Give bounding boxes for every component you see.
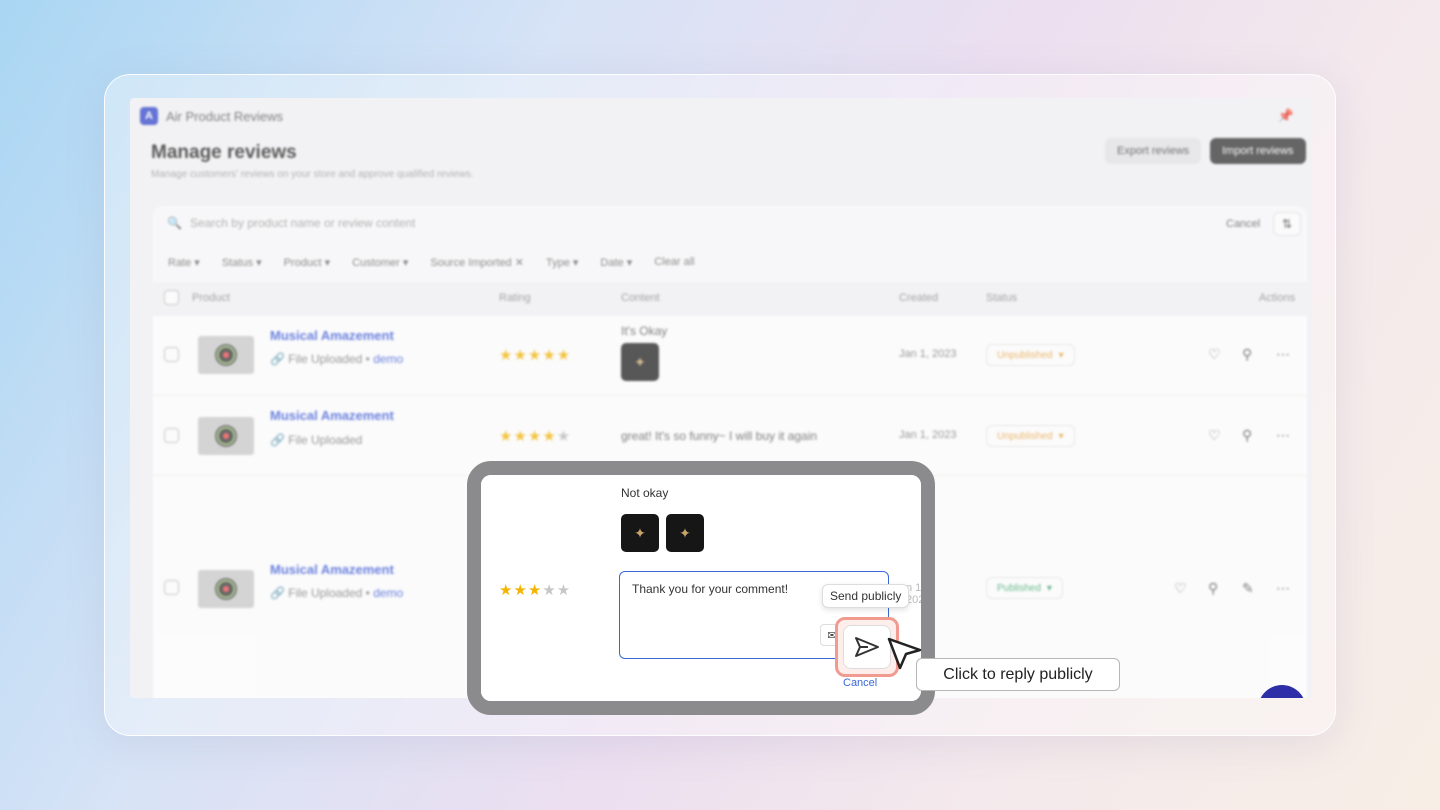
review-content: Not okay xyxy=(621,486,669,500)
search-bar[interactable]: 🔍 Search by product name or review conte… xyxy=(167,216,415,230)
select-all-checkbox[interactable] xyxy=(164,290,179,305)
row-checkbox[interactable] xyxy=(164,428,179,443)
status-dropdown[interactable]: Unpublished ▾ xyxy=(986,425,1075,447)
review-content: great! It's so funny~ I will buy it agai… xyxy=(621,429,818,443)
col-rating: Rating xyxy=(499,292,531,304)
review-image[interactable]: ✦ xyxy=(666,514,704,552)
filter-customer[interactable]: Customer ▾ xyxy=(352,256,408,269)
demo-tag[interactable]: demo xyxy=(373,586,403,600)
pin-icon[interactable]: 📌 xyxy=(1278,108,1294,124)
product-thumbnail xyxy=(198,417,254,455)
product-link[interactable]: Musical Amazement xyxy=(270,408,394,423)
review-image[interactable]: ✦ xyxy=(621,514,659,552)
heart-icon[interactable]: ♡ xyxy=(1208,427,1221,444)
rating-stars: ★★★★★ xyxy=(499,347,572,364)
rating-stars: ★★★★★ xyxy=(499,582,572,599)
created-date: Jan 1, 2023 xyxy=(899,429,957,441)
app-logo-icon: A xyxy=(140,107,158,125)
filter-product[interactable]: Product ▾ xyxy=(284,256,331,269)
demo-tag[interactable]: demo xyxy=(373,352,403,366)
reply-publicly-callout: Click to reply publicly xyxy=(916,658,1120,691)
heart-icon[interactable]: ♡ xyxy=(1174,580,1187,597)
review-content: It's Okay xyxy=(621,324,668,338)
created-date: n 1, 2023 xyxy=(906,582,931,606)
page-subtitle: Manage customers' reviews on your store … xyxy=(151,169,474,180)
send-icon xyxy=(843,625,891,669)
status-dropdown[interactable]: Unpublished ▾ xyxy=(986,344,1075,366)
sort-icon[interactable]: ⇅ xyxy=(1273,212,1301,236)
product-source: 🔗 File Uploaded xyxy=(270,433,363,447)
more-icon[interactable]: ⋯ xyxy=(1276,427,1290,444)
filter-bar: Rate ▾ Status ▾ Product ▾ Customer ▾ Sou… xyxy=(168,256,695,269)
row-checkbox[interactable] xyxy=(164,580,179,595)
filter-rate[interactable]: Rate ▾ xyxy=(168,256,200,269)
product-source: 🔗 File Uploaded • demo xyxy=(270,352,404,366)
created-date: Jan 1, 2023 xyxy=(899,348,957,360)
reply-cancel-link[interactable]: Cancel xyxy=(843,677,877,689)
page-title: Manage reviews xyxy=(151,142,297,163)
clear-all-link[interactable]: Clear all xyxy=(654,256,694,269)
filter-status[interactable]: Status ▾ xyxy=(222,256,262,269)
search-input[interactable]: Search by product name or review content xyxy=(190,216,415,230)
product-thumbnail xyxy=(198,336,254,374)
row-checkbox[interactable] xyxy=(164,347,179,362)
product-thumbnail xyxy=(198,570,254,608)
reply-text: Thank you for your comment! xyxy=(632,582,789,596)
product-link[interactable]: Musical Amazement xyxy=(270,328,394,343)
filter-type[interactable]: Type ▾ xyxy=(546,256,578,269)
table-row: Musical Amazement 🔗 File Uploaded • demo… xyxy=(153,316,1307,396)
reply-icon[interactable]: ✎ xyxy=(1242,580,1254,597)
col-actions: Actions xyxy=(1259,292,1296,304)
pin-icon[interactable]: ⚲ xyxy=(1242,346,1252,363)
col-product: Product xyxy=(192,292,230,304)
heart-icon[interactable]: ♡ xyxy=(1208,346,1221,363)
app-header: A Air Product Reviews xyxy=(140,106,283,126)
search-cancel-button[interactable]: Cancel xyxy=(1226,218,1260,230)
col-content: Content xyxy=(621,292,660,304)
col-status: Status xyxy=(986,292,1018,304)
col-created: Created xyxy=(899,292,939,304)
more-icon[interactable]: ⋯ xyxy=(1276,580,1290,597)
rating-stars: ★★★★★ xyxy=(499,428,572,445)
table-header xyxy=(153,282,1307,316)
pin-icon[interactable]: ⚲ xyxy=(1242,427,1252,444)
product-source: 🔗 File Uploaded • demo xyxy=(270,586,404,600)
product-link[interactable]: Musical Amazement xyxy=(270,562,394,577)
send-publicly-tooltip: Send publicly xyxy=(822,584,910,608)
search-icon: 🔍 xyxy=(167,216,182,230)
export-reviews-button[interactable]: Export reviews xyxy=(1105,138,1202,164)
import-reviews-button[interactable]: Import reviews xyxy=(1210,138,1306,164)
app-title: Air Product Reviews xyxy=(166,108,284,124)
pin-icon[interactable]: ⚲ xyxy=(1208,580,1218,597)
more-icon[interactable]: ⋯ xyxy=(1276,346,1290,363)
review-image[interactable]: ✦ xyxy=(621,343,659,381)
filter-source-imported[interactable]: Source Imported ✕ xyxy=(430,256,524,269)
filter-date[interactable]: Date ▾ xyxy=(600,256,632,269)
status-dropdown[interactable]: Published ▾ xyxy=(986,577,1063,599)
